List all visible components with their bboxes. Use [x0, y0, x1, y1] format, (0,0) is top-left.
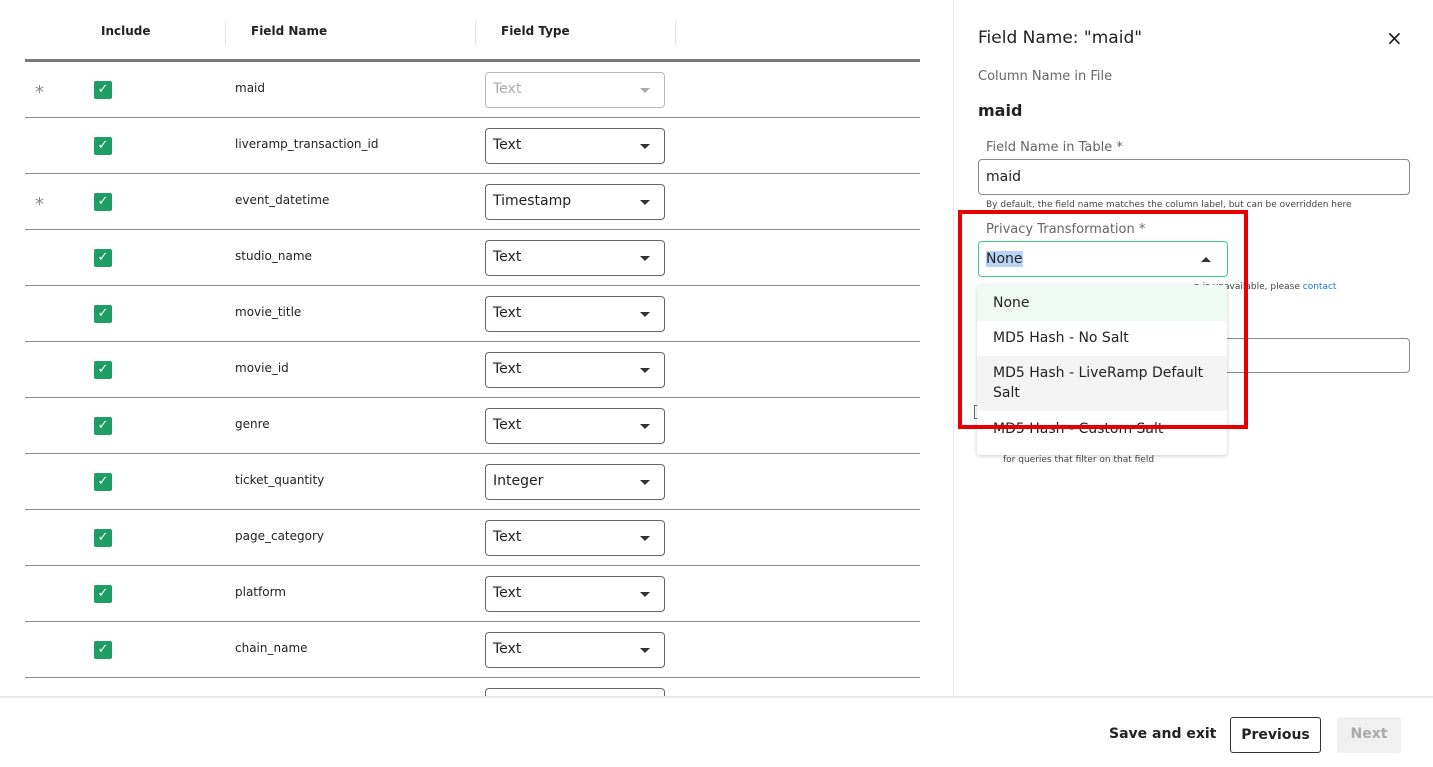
- include-checkbox[interactable]: ✓: [94, 417, 112, 435]
- required-marker: *: [35, 82, 44, 103]
- table-row: ✓ chain_name Text: [25, 622, 920, 678]
- field-name: liveramp_transaction_id: [235, 137, 379, 151]
- caret-down-icon: [640, 480, 650, 485]
- table-header: Include Field Name Field Type: [25, 0, 920, 62]
- field-type-select[interactable]: Text: [485, 408, 665, 444]
- column-name-value: maid: [978, 101, 1023, 120]
- include-checkbox[interactable]: ✓: [94, 305, 112, 323]
- option-md5-custom-salt[interactable]: MD5 Hash - Custom Salt: [977, 411, 1227, 455]
- option-none[interactable]: None: [977, 285, 1227, 321]
- field-name: platform: [235, 585, 286, 599]
- caret-down-icon: [640, 88, 650, 93]
- field-type-value: Text: [493, 641, 522, 657]
- caret-down-icon: [640, 424, 650, 429]
- table-row: ✓ ticket_quantity Integer: [25, 454, 920, 510]
- include-checkbox[interactable]: ✓: [94, 361, 112, 379]
- option-md5-default-salt[interactable]: MD5 Hash - LiveRamp Default Salt: [977, 356, 1227, 411]
- footer: Save and exit Previous Next: [0, 696, 1433, 767]
- field-type-value: Text: [493, 305, 522, 321]
- field-name: genre: [235, 417, 270, 431]
- field-type-select[interactable]: Text: [485, 352, 665, 388]
- field-type-select[interactable]: Timestamp: [485, 184, 665, 220]
- field-type-value: Integer: [493, 473, 544, 489]
- field-type-select[interactable]: Integer: [485, 464, 665, 500]
- contact-link[interactable]: contact: [1303, 282, 1337, 292]
- header-field-name: Field Name: [251, 24, 328, 38]
- field-type-value: Timestamp: [493, 193, 572, 209]
- field-type-value: Text: [493, 417, 522, 433]
- caret-down-icon: [640, 368, 650, 373]
- privacy-value: None: [986, 251, 1023, 267]
- close-icon[interactable]: ×: [1386, 26, 1403, 50]
- option-md5-no-salt[interactable]: MD5 Hash - No Salt: [977, 321, 1227, 356]
- field-type-select[interactable]: Text: [485, 296, 665, 332]
- caret-down-icon: [640, 312, 650, 317]
- field-type-select[interactable]: Text: [485, 128, 665, 164]
- include-checkbox[interactable]: ✓: [94, 249, 112, 267]
- table-row: ✓ studio_name Text: [25, 230, 920, 286]
- field-type-value: Text: [493, 361, 522, 377]
- field-name: movie_id: [235, 361, 289, 375]
- caret-down-icon: [640, 536, 650, 541]
- table-row: ✓ page_category Text: [25, 510, 920, 566]
- privacy-label: Privacy Transformation: [986, 222, 1135, 237]
- field-type-value: Text: [493, 137, 522, 153]
- field-type-value: Text: [493, 585, 522, 601]
- table-row: ✓ genre Text: [25, 398, 920, 454]
- field-name-help: By default, the field name matches the c…: [986, 200, 1352, 210]
- field-name-label: Field Name in Table: [986, 140, 1113, 155]
- column-name-label: Column Name in File: [978, 69, 1113, 84]
- field-type-select[interactable]: Text: [485, 240, 665, 276]
- field-type-select[interactable]: Text: [485, 576, 665, 612]
- field-type-select[interactable]: Text: [485, 520, 665, 556]
- privacy-options-dropdown: None MD5 Hash - No Salt MD5 Hash - LiveR…: [977, 285, 1227, 455]
- include-checkbox[interactable]: ✓: [94, 641, 112, 659]
- table-row: ✓ movie_id Text: [25, 342, 920, 398]
- field-name: studio_name: [235, 249, 312, 263]
- privacy-transformation-select[interactable]: None: [978, 241, 1228, 277]
- field-name: event_datetime: [235, 193, 330, 207]
- caret-up-icon: [1201, 257, 1211, 262]
- table-row: * ✓ event_datetime Timestamp: [25, 174, 920, 230]
- save-and-exit-button[interactable]: Save and exit: [1094, 717, 1231, 753]
- include-checkbox[interactable]: ✓: [94, 473, 112, 491]
- header-field-type: Field Type: [501, 24, 570, 38]
- field-name: maid: [235, 81, 265, 95]
- include-checkbox[interactable]: ✓: [94, 137, 112, 155]
- previous-button[interactable]: Previous: [1230, 717, 1321, 753]
- include-checkbox[interactable]: ✓: [94, 529, 112, 547]
- field-name: chain_name: [235, 641, 308, 655]
- caret-down-icon: [640, 200, 650, 205]
- field-type-value: Text: [493, 81, 522, 97]
- field-name-input[interactable]: maid: [978, 159, 1410, 195]
- caret-down-icon: [640, 256, 650, 261]
- panel-title: Field Name: "maid": [978, 28, 1143, 48]
- include-checkbox[interactable]: ✓: [94, 585, 112, 603]
- table-row: ✓ platform Text: [25, 566, 920, 622]
- table-row: ✓ liveramp_transaction_id Text: [25, 118, 920, 174]
- include-checkbox[interactable]: ✓: [94, 81, 112, 99]
- field-type-select[interactable]: Text: [485, 632, 665, 668]
- field-type-value: Text: [493, 249, 522, 265]
- caret-down-icon: [640, 592, 650, 597]
- field-name: movie_title: [235, 305, 302, 319]
- required-marker: *: [35, 194, 44, 215]
- field-type-select[interactable]: Text: [485, 72, 665, 108]
- include-checkbox[interactable]: ✓: [94, 193, 112, 211]
- field-name: ticket_quantity: [235, 473, 325, 487]
- filter-help: for queries that filter on that field: [1003, 455, 1155, 465]
- field-name: page_category: [235, 529, 325, 543]
- next-button[interactable]: Next: [1337, 717, 1401, 753]
- table-row: * ✓ maid Text: [25, 62, 920, 118]
- field-type-value: Text: [493, 529, 522, 545]
- caret-down-icon: [640, 648, 650, 653]
- caret-down-icon: [640, 144, 650, 149]
- header-include: Include: [101, 24, 151, 38]
- table-row: ✓ movie_title Text: [25, 286, 920, 342]
